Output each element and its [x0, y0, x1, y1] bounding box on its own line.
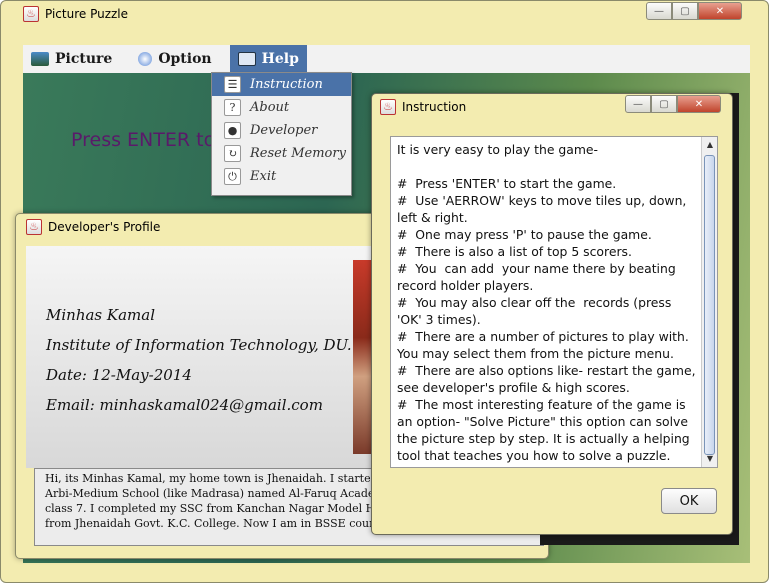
instruction-window-controls: — ▢ ✕ [625, 95, 721, 113]
menu-item-label: Instruction [250, 77, 323, 92]
main-window-title: Picture Puzzle [45, 7, 129, 21]
picture-icon [31, 52, 49, 66]
menu-item-about[interactable]: ? About [212, 96, 351, 119]
menu-item-exit[interactable]: ⏻ Exit [212, 165, 351, 188]
person-icon: ● [224, 122, 241, 139]
menu-item-instruction[interactable]: ☰ Instruction [212, 73, 351, 96]
menu-item-label: About [250, 100, 290, 115]
maximize-button[interactable]: ▢ [651, 95, 677, 113]
instruction-text-area[interactable]: It is very easy to play the game- # Pres… [390, 136, 718, 468]
menu-option[interactable]: Option [130, 45, 219, 73]
instruction-text: It is very easy to play the game- # Pres… [397, 142, 696, 463]
help-icon [237, 52, 256, 66]
menu-item-reset-memory[interactable]: ↻ Reset Memory [212, 142, 351, 165]
vertical-scrollbar[interactable]: ▲ ▼ [701, 137, 717, 467]
menu-picture-label: Picture [55, 51, 113, 67]
ok-button[interactable]: OK [661, 488, 717, 514]
maximize-button[interactable]: ▢ [672, 2, 698, 20]
main-titlebar[interactable]: ♨ Picture Puzzle — ▢ ✕ [1, 1, 768, 27]
java-icon: ♨ [23, 6, 39, 22]
menu-item-label: Developer [250, 123, 318, 138]
instruction-window-title: Instruction [402, 100, 467, 114]
developer-name: Minhas Kamal [46, 306, 155, 324]
main-window-controls: — ▢ ✕ [646, 2, 742, 20]
java-icon: ♨ [26, 219, 42, 235]
option-icon [138, 52, 153, 66]
developer-email: Email: minhaskamal024@gmail.com [46, 396, 323, 414]
minimize-button[interactable]: — [625, 95, 651, 113]
instruction-window: ♨ Instruction — ▢ ✕ It is very easy to p… [371, 93, 733, 535]
java-icon: ♨ [380, 99, 396, 115]
scroll-down-arrow-icon[interactable]: ▼ [702, 451, 718, 467]
scrollbar-thumb[interactable] [704, 155, 715, 455]
menu-item-label: Exit [250, 169, 277, 184]
menu-item-label: Reset Memory [250, 146, 346, 161]
menu-item-developer[interactable]: ● Developer [212, 119, 351, 142]
list-icon: ☰ [224, 76, 241, 93]
help-dropdown-menu: ☰ Instruction ? About ● Developer ↻ Rese… [211, 72, 352, 196]
minimize-button[interactable]: — [646, 2, 672, 20]
close-button[interactable]: ✕ [698, 2, 742, 20]
menu-help-label: Help [261, 51, 299, 67]
developer-date: Date: 12-May-2014 [46, 366, 192, 384]
menubar: Picture Option Help [23, 45, 750, 73]
press-enter-prompt: Press ENTER to [71, 129, 216, 151]
scroll-up-arrow-icon[interactable]: ▲ [702, 137, 718, 153]
menu-option-label: Option [158, 51, 212, 67]
power-icon: ⏻ [224, 168, 241, 185]
developer-window-title: Developer's Profile [48, 220, 161, 234]
refresh-icon: ↻ [224, 145, 241, 162]
question-icon: ? [224, 99, 241, 116]
developer-institute: Institute of Information Technology, DU. [46, 336, 352, 354]
close-button[interactable]: ✕ [677, 95, 721, 113]
menu-help[interactable]: Help [229, 45, 307, 73]
instruction-titlebar[interactable]: ♨ Instruction — ▢ ✕ [372, 94, 732, 120]
menu-picture[interactable]: Picture [23, 45, 120, 73]
